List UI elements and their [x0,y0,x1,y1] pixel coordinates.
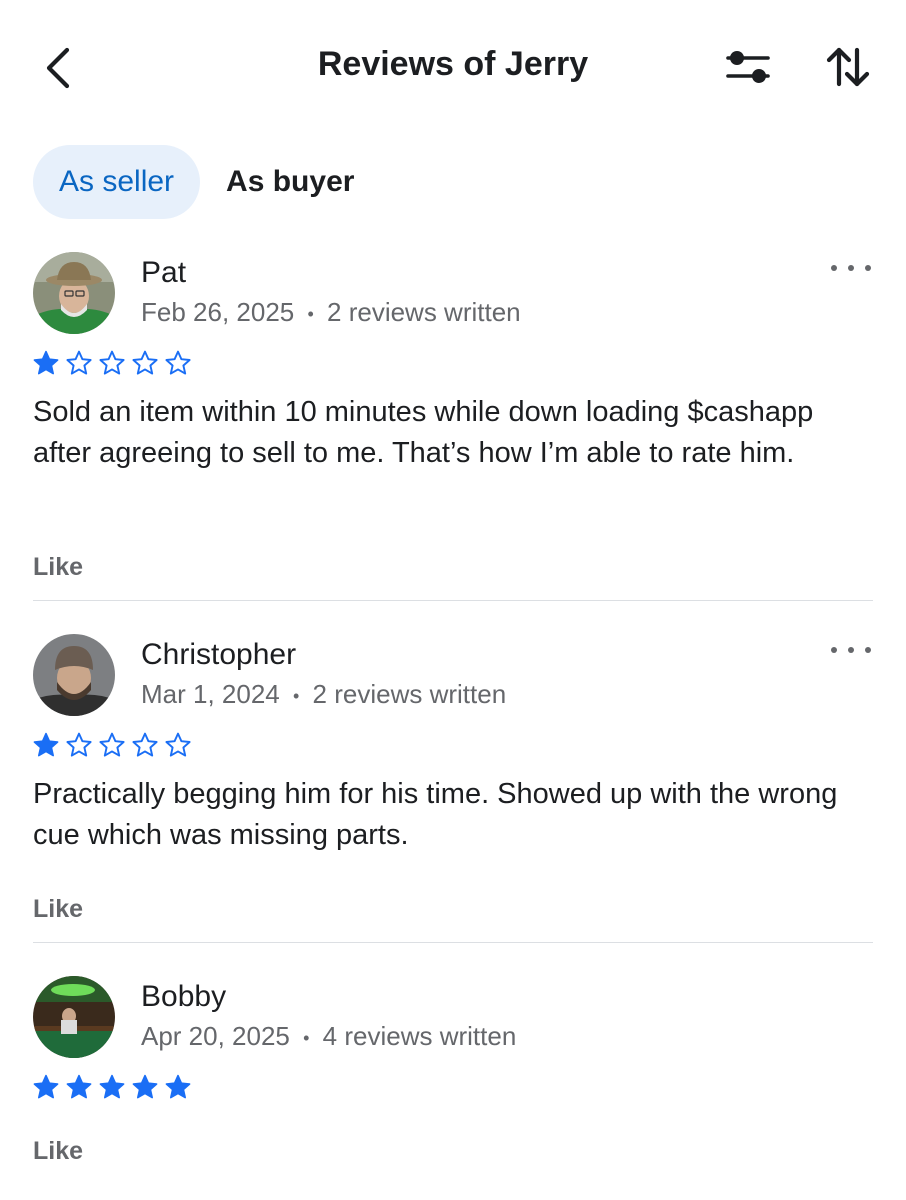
star-filled-icon [66,1074,92,1099]
reviewer-name[interactable]: Bobby [141,980,226,1014]
review-date: Mar 1, 2024 [141,679,280,709]
review-role-tabs: As seller As buyer [33,145,380,219]
star-outline-icon [99,350,125,375]
avatar[interactable] [33,976,115,1058]
more-dot [848,647,854,653]
review-date: Apr 20, 2025 [141,1021,290,1051]
more-dot [865,265,871,271]
review-item: Christopher Mar 1, 2024 • 2 reviews writ… [33,634,873,934]
meta-separator: • [307,303,314,324]
back-button[interactable] [38,44,78,92]
star-filled-icon [99,1074,125,1099]
reviews-written-count: 4 reviews written [322,1021,517,1051]
sliders-icon [726,51,770,83]
meta-separator: • [303,1027,310,1048]
divider [33,942,873,943]
more-dot [848,265,854,271]
star-outline-icon [132,350,158,375]
review-item: Pat Feb 26, 2025 • 2 reviews written Sol… [33,252,873,592]
star-filled-icon [165,1074,191,1099]
like-button[interactable]: Like [33,895,83,924]
star-outline-icon [66,732,92,757]
tab-as-seller[interactable]: As seller [33,145,201,219]
like-button[interactable]: Like [33,1137,83,1166]
divider [33,600,873,601]
more-options-button[interactable] [831,640,871,660]
avatar[interactable] [33,634,115,716]
more-dots-icon [831,265,837,271]
tab-as-buyer[interactable]: As buyer [200,145,380,219]
review-text: Sold an item within 10 minutes while dow… [33,396,814,469]
more-dot [865,647,871,653]
sort-arrows-icon [826,47,870,87]
star-outline-icon [132,732,158,757]
meta-separator: • [292,685,300,706]
like-button[interactable]: Like [33,553,83,582]
star-filled-icon [132,1074,158,1099]
top-bar: Reviews of Jerry [0,0,906,134]
review-item: Bobby Apr 20, 2025 • 4 reviews written L… [33,976,873,1186]
sort-button[interactable] [820,42,876,92]
star-filled-icon [33,350,59,375]
more-options-button[interactable] [831,258,871,278]
reviews-written-count: 2 reviews written [327,297,521,327]
avatar[interactable] [33,252,115,334]
star-outline-icon [99,732,125,757]
reviewer-name[interactable]: Pat [141,256,186,290]
star-rating [33,732,191,758]
review-meta: Apr 20, 2025 • 4 reviews written [141,1021,516,1052]
star-outline-icon [66,350,92,375]
star-rating [33,1074,191,1100]
star-outline-icon [165,350,191,375]
star-rating [33,350,191,376]
reviewer-name[interactable]: Christopher [141,638,296,672]
review-text: Practically begging him for his time. Sh… [33,778,838,851]
filter-button[interactable] [722,44,774,90]
review-date: Feb 26, 2025 [141,297,295,327]
star-filled-icon [33,732,59,757]
star-filled-icon [33,1074,59,1099]
review-meta: Feb 26, 2025 • 2 reviews written [141,297,521,328]
reviews-written-count: 2 reviews written [312,679,507,709]
chevron-left-icon [46,47,70,89]
review-meta: Mar 1, 2024 • 2 reviews written [141,679,506,710]
more-dots-icon [831,647,837,653]
star-outline-icon [165,732,191,757]
